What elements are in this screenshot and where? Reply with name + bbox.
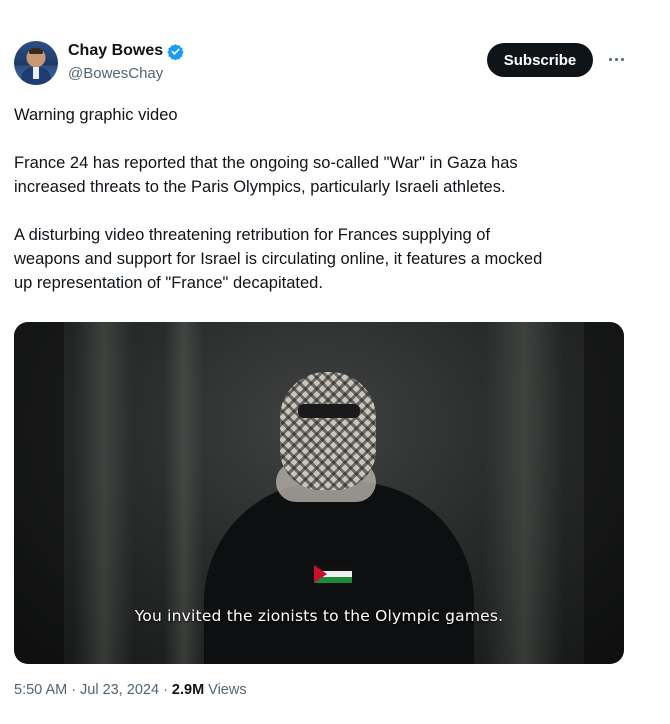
tweet-date[interactable]: Jul 23, 2024 <box>80 682 159 698</box>
tweet-header: Chay Bowes @BowesChay Subscribe <box>14 40 630 90</box>
tweet-video[interactable]: You invited the zionists to the Olympic … <box>14 322 624 664</box>
masked-figure-head <box>280 372 376 490</box>
author-display-name[interactable]: Chay Bowes <box>68 40 163 62</box>
flag-patch-icon <box>314 565 352 583</box>
avatar-shirt <box>33 67 39 79</box>
tweet-paragraph: A disturbing video threatening retributi… <box>14 226 543 292</box>
views-label: Views <box>208 682 247 698</box>
more-options-icon[interactable] <box>602 44 630 74</box>
tweet-paragraph: France 24 has reported that the ongoing … <box>14 154 518 196</box>
avatar[interactable] <box>14 41 58 85</box>
more-dot <box>608 57 612 61</box>
tweet-time[interactable]: 5:50 AM <box>14 682 67 698</box>
more-dot <box>620 57 624 61</box>
verified-badge-icon <box>167 43 184 60</box>
mask-eye-slit <box>298 404 360 418</box>
meta-separator: · <box>71 682 77 698</box>
video-caption: You invited the zionists to the Olympic … <box>134 607 504 625</box>
author-display-name-row[interactable]: Chay Bowes <box>68 40 184 62</box>
meta-separator: · <box>163 682 168 698</box>
author-handle[interactable]: @BowesChay <box>68 64 184 84</box>
author-names: Chay Bowes @BowesChay <box>68 40 184 84</box>
tweet-paragraph: Warning graphic video <box>14 106 178 124</box>
tweet-text: Warning graphic video France 24 has repo… <box>14 103 644 319</box>
tweet-meta: 5:50 AM · Jul 23, 2024 · 2.9M Views <box>14 682 247 698</box>
views-count: 2.9M <box>171 682 205 698</box>
subscribe-button[interactable]: Subscribe <box>487 43 593 77</box>
more-dot <box>614 57 618 61</box>
avatar-hair <box>29 48 43 54</box>
